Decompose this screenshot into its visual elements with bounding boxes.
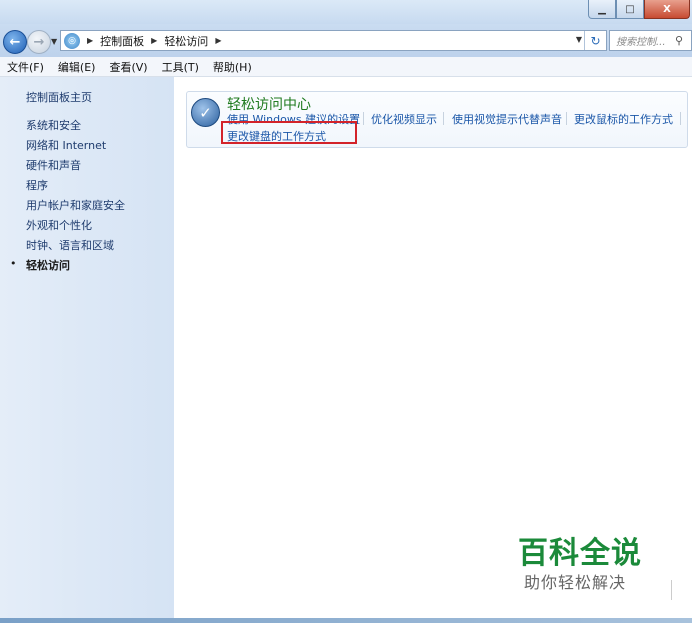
task-link-optimize-display[interactable]: 优化视频显示 — [371, 111, 437, 127]
menu-view[interactable]: 查看(V) — [102, 59, 154, 75]
sidebar-home-link[interactable]: 控制面板主页 — [26, 89, 92, 105]
menu-bar: 文件(F) 编辑(E) 查看(V) 工具(T) 帮助(H) — [0, 57, 692, 77]
breadcrumb-chevron-icon[interactable]: ▶ — [151, 36, 157, 45]
address-bar[interactable]: ◎ ▶ 控制面板 ▶ 轻松访问 ▶ ▼ ↻ — [60, 30, 607, 51]
caption-buttons: ▁ □ X — [588, 0, 690, 20]
task-link-visual-cues[interactable]: 使用视觉提示代替声音 — [452, 111, 562, 127]
close-button[interactable]: X — [644, 0, 690, 19]
maximize-button[interactable]: □ — [616, 0, 644, 19]
forward-button[interactable]: → — [27, 30, 51, 54]
task-divider — [443, 112, 444, 125]
refresh-button[interactable]: ↻ — [584, 31, 606, 50]
sidebar-item-ease-of-access: 轻松访问 — [26, 259, 70, 272]
minimize-button[interactable]: ▁ — [588, 0, 616, 19]
window-bottom-edge — [0, 618, 692, 623]
sidebar: 控制面板主页 系统和安全 网络和 Internet 硬件和声音 程序 用户帐户和… — [0, 77, 174, 618]
breadcrumb-control-panel[interactable]: 控制面板 — [100, 33, 144, 49]
control-panel-window: ▁ □ X ← → ▼ ◎ ▶ 控制面板 ▶ 轻松访问 ▶ ▼ ↻ 搜索控制..… — [0, 0, 692, 623]
refresh-icon: ↻ — [590, 33, 601, 48]
arrow-left-icon: ← — [9, 34, 21, 50]
watermark-subtitle: 助你轻松解决 — [524, 573, 627, 592]
sidebar-item-user-accounts[interactable]: 用户帐户和家庭安全 — [26, 197, 125, 213]
control-panel-icon: ◎ — [64, 32, 80, 49]
sidebar-item-hardware-sound[interactable]: 硬件和声音 — [26, 157, 81, 173]
highlight-box — [221, 121, 357, 144]
back-button[interactable]: ← — [3, 30, 27, 54]
sidebar-item-appearance[interactable]: 外观和个性化 — [26, 217, 92, 233]
address-dropdown-icon[interactable]: ▼ — [576, 35, 582, 44]
menu-edit[interactable]: 编辑(E) — [51, 59, 103, 75]
sidebar-item-clock-language[interactable]: 时钟、语言和区域 — [26, 237, 114, 253]
menu-help[interactable]: 帮助(H) — [206, 59, 259, 75]
search-icon[interactable]: ⚲ — [675, 34, 691, 47]
menu-file[interactable]: 文件(F) — [0, 59, 51, 75]
menu-tools[interactable]: 工具(T) — [155, 59, 206, 75]
breadcrumb-chevron-icon[interactable]: ▶ — [215, 36, 221, 45]
title-bar: ▁ □ X — [0, 0, 692, 24]
sidebar-item-programs[interactable]: 程序 — [26, 177, 48, 193]
search-input[interactable]: 搜索控制... — [616, 33, 675, 48]
breadcrumb-chevron-icon[interactable]: ▶ — [87, 36, 93, 45]
ease-of-access-icon[interactable]: ✓ — [191, 98, 220, 127]
search-box[interactable]: 搜索控制... ⚲ — [609, 30, 692, 51]
category-panel: ✓ 轻松访问中心 使用 Windows 建议的设置 优化视频显示 使用视觉提示代… — [186, 91, 688, 148]
breadcrumb-ease-of-access[interactable]: 轻松访问 — [164, 33, 208, 49]
divider — [671, 580, 672, 600]
navigation-bar: ← → ▼ ◎ ▶ 控制面板 ▶ 轻松访问 ▶ ▼ ↻ 搜索控制... ⚲ — [0, 24, 692, 57]
watermark-title: 百科全说 — [518, 536, 642, 571]
recent-pages-dropdown[interactable]: ▼ — [51, 37, 57, 46]
task-divider — [680, 112, 681, 125]
active-bullet-icon: • — [10, 257, 17, 270]
sidebar-item-network-internet[interactable]: 网络和 Internet — [26, 137, 106, 153]
task-divider — [363, 112, 364, 125]
arrow-right-icon: → — [33, 34, 45, 50]
sidebar-item-system-security[interactable]: 系统和安全 — [26, 117, 81, 133]
task-divider — [566, 112, 567, 125]
task-link-mouse[interactable]: 更改鼠标的工作方式 — [574, 111, 673, 127]
